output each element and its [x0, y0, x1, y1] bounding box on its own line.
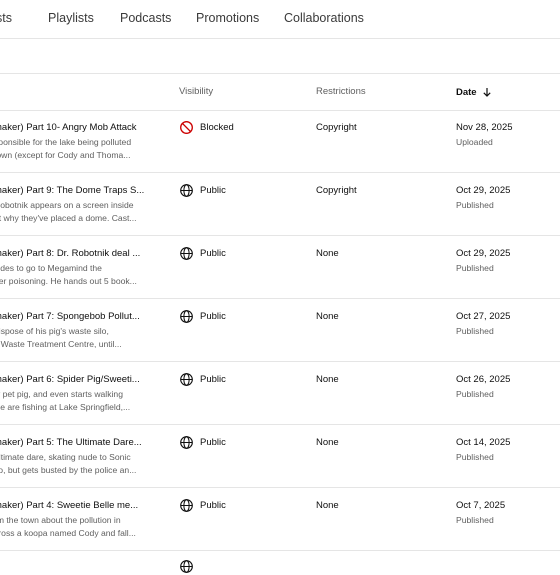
video-description: Robotnik appears on a screen inside ut w…: [0, 199, 144, 225]
video-description-line: cross a koopa named Cody and fall...: [0, 528, 136, 538]
upload-status: Published: [456, 452, 494, 462]
visibility-label: Public: [200, 437, 226, 448]
tab-playlists[interactable]: Playlists: [48, 11, 94, 25]
video-description-line: rm the town about the pollution in: [0, 515, 121, 525]
visibility-label: Public: [200, 500, 226, 511]
video-description: ultimate dare, skating nude to Sonic so,…: [0, 451, 144, 477]
restrictions-value[interactable]: Copyright: [316, 122, 357, 133]
tab-podcasts[interactable]: Podcasts: [120, 11, 171, 25]
blocked-icon: [180, 121, 193, 134]
table-row: [0, 551, 560, 573]
channel-content-tabs: sts Playlists Podcasts Promotions Collab…: [0, 0, 560, 39]
visibility-label: Public: [200, 185, 226, 196]
video-description: dispose of his pig's waste silo, s Waste…: [0, 325, 144, 351]
globe-icon: [180, 499, 193, 512]
video-description-line: Robotnik appears on a screen inside: [0, 200, 134, 210]
upload-status: Published: [456, 263, 494, 273]
video-description-line: cides to go to Megamind the: [0, 263, 102, 273]
tab-collaborations[interactable]: Collaborations: [284, 11, 364, 25]
video-title[interactable]: maker) Part 8: Dr. Robotnik deal ...: [0, 248, 147, 259]
globe-icon: [180, 373, 193, 386]
table-row: maker) Part 7: Spongebob Pollut... dispo…: [0, 299, 560, 362]
globe-icon: [180, 436, 193, 449]
video-title[interactable]: maker) Part 9: The Dome Traps S...: [0, 185, 147, 196]
visibility-label: Public: [200, 374, 226, 385]
date-value: Oct 29, 2025: [456, 248, 511, 259]
table-row: maker) Part 9: The Dome Traps S... Robot…: [0, 173, 560, 236]
visibility-label: Blocked: [200, 122, 234, 133]
table-row: maker) Part 5: The Ultimate Dare... ulti…: [0, 425, 560, 488]
tab-posts[interactable]: sts: [0, 11, 12, 25]
video-description-line: town (except for Cody and Thoma...: [0, 150, 131, 160]
date-value: Oct 29, 2025: [456, 185, 511, 196]
table-row: maker) Part 8: Dr. Robotnik deal ... cid…: [0, 236, 560, 299]
restrictions-value: None: [316, 248, 339, 259]
video-description: cides to go to Megamind the her poisonin…: [0, 262, 144, 288]
restrictions-value: None: [316, 311, 339, 322]
table-row: maker) Part 4: Sweetie Belle me... rm th…: [0, 488, 560, 551]
date-value: Oct 27, 2025: [456, 311, 511, 322]
date-value: Oct 7, 2025: [456, 500, 506, 511]
arrow-down-icon: [482, 88, 491, 97]
video-description-line: s Waste Treatment Centre, until...: [0, 339, 122, 349]
globe-icon: [180, 184, 193, 197]
date-value: Oct 26, 2025: [456, 374, 511, 385]
restrictions-value: None: [316, 500, 339, 511]
video-title[interactable]: maker) Part 7: Spongebob Pollut...: [0, 311, 147, 322]
upload-status: Published: [456, 515, 494, 525]
restrictions-value: None: [316, 374, 339, 385]
column-header-visibility[interactable]: Visibility: [179, 86, 213, 97]
video-description: w pet pig, and even starts walking ike a…: [0, 388, 144, 414]
video-description: sponsible for the lake being polluted to…: [0, 136, 144, 162]
video-title[interactable]: maker) Part 4: Sweetie Belle me...: [0, 500, 147, 511]
restrictions-value: None: [316, 437, 339, 448]
restrictions-value[interactable]: Copyright: [316, 185, 357, 196]
upload-status: Uploaded: [456, 137, 493, 147]
column-header-date[interactable]: Date: [456, 86, 493, 98]
video-description-line: so, but gets busted by the police an...: [0, 465, 137, 475]
video-description-line: ultimate dare, skating nude to Sonic: [0, 452, 131, 462]
upload-status: Published: [456, 200, 494, 210]
video-description-line: sponsible for the lake being polluted: [0, 137, 132, 147]
table-header: Visibility Restrictions Date: [0, 73, 560, 111]
visibility-label: Public: [200, 248, 226, 259]
date-value: Oct 14, 2025: [456, 437, 511, 448]
date-value: Nov 28, 2025: [456, 122, 513, 133]
table-row: maker) Part 10- Angry Mob Attack sponsib…: [0, 110, 560, 173]
video-description-line: ut why they've placed a dome. Cast...: [0, 213, 137, 223]
globe-icon: [180, 560, 193, 573]
video-description-line: her poisoning. He hands out 5 book...: [0, 276, 137, 286]
globe-icon: [180, 310, 193, 323]
upload-status: Published: [456, 389, 494, 399]
video-description-line: dispose of his pig's waste silo,: [0, 326, 109, 336]
video-description-line: ike are fishing at Lake Springfield,...: [0, 402, 131, 412]
table-row: maker) Part 6: Spider Pig/Sweeti... w pe…: [0, 362, 560, 425]
globe-icon: [180, 247, 193, 260]
video-table: maker) Part 10- Angry Mob Attack sponsib…: [0, 110, 560, 573]
video-title[interactable]: maker) Part 10- Angry Mob Attack: [0, 122, 147, 133]
upload-status: Published: [456, 326, 494, 336]
video-title[interactable]: maker) Part 5: The Ultimate Dare...: [0, 437, 147, 448]
video-description-line: w pet pig, and even starts walking: [0, 389, 123, 399]
filter-bar: [0, 39, 560, 73]
column-header-restrictions[interactable]: Restrictions: [316, 86, 366, 97]
tab-promotions[interactable]: Promotions: [196, 11, 259, 25]
video-title[interactable]: maker) Part 6: Spider Pig/Sweeti...: [0, 374, 147, 385]
column-header-date-label: Date: [456, 87, 477, 98]
visibility-label: Public: [200, 311, 226, 322]
video-description: rm the town about the pollution in cross…: [0, 514, 144, 540]
